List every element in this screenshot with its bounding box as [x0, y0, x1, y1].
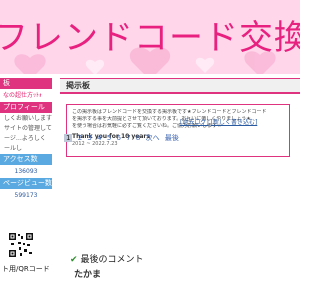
page-link[interactable]: 3: [87, 134, 91, 142]
next-page-link[interactable]: 次へ: [146, 133, 160, 143]
access-count-value: 136093: [14, 168, 38, 175]
page-link[interactable]: 6: [117, 134, 121, 142]
new-post-link[interactable]: [新しく書き込む]: [211, 119, 258, 126]
page-link[interactable]: 2: [78, 134, 82, 142]
pagination: 1 2 3 4 5 6 7 8 次へ 最後: [64, 133, 182, 143]
sidebar-profile-link[interactable]: ージ…よろしく: [0, 134, 52, 144]
sidebar-profile-link[interactable]: サイトの管理してる: [0, 124, 52, 134]
sidebar-profile-link[interactable]: ールし: [0, 144, 52, 154]
page-link-current[interactable]: 1: [64, 134, 73, 142]
page-link[interactable]: 4: [97, 134, 101, 142]
comment-author[interactable]: たかま: [74, 267, 101, 280]
checkmark-icon: ✔: [70, 255, 78, 265]
latest-comments-label: 最後のコメント: [80, 255, 144, 265]
sidebar-profile-title: プロフィール: [0, 102, 52, 113]
sidebar-section-text[interactable]: なの超仕方ｯﾄｫ: [0, 90, 52, 102]
pageview-count-title: ページビュー数: [0, 178, 52, 189]
page-link[interactable]: 8: [136, 134, 140, 142]
site-title[interactable]: フレンドコード交換所: [0, 10, 300, 59]
page-link[interactable]: 5: [107, 134, 111, 142]
sidebar-qr-label: ト用/QRコード: [2, 265, 50, 273]
notice-box: この掲示板はフレンドコードを交換する掲示板です★フレンドコードとフレンドコード …: [66, 104, 290, 157]
access-count-title: アクセス数: [0, 154, 52, 165]
sidebar-section-title: 板: [0, 78, 52, 89]
last-page-link[interactable]: 最後: [165, 133, 179, 143]
board-ops: [過去ログ] [新しく書き込む]: [180, 117, 257, 126]
latest-comments-heading: ✔ 最後のコメント: [70, 252, 144, 265]
notice-line: この掲示板はフレンドコードを交換する掲示板です★フレンドコードとフレンドコード: [72, 109, 267, 115]
sidebar-profile-link[interactable]: しくお願いします: [0, 114, 52, 124]
qr-code-icon: [8, 232, 34, 258]
board-title: 掲示板: [60, 78, 300, 94]
sidebar: 板 なの超仕方ｯﾄｫ プロフィール しくお願いします サイトの管理してる ージ……: [0, 78, 52, 202]
page-link[interactable]: 7: [126, 134, 130, 142]
archive-link[interactable]: [過去ログ]: [180, 119, 209, 126]
pageview-count-value: 599173: [14, 192, 38, 199]
site-header: フレンドコード交換所: [0, 0, 300, 74]
